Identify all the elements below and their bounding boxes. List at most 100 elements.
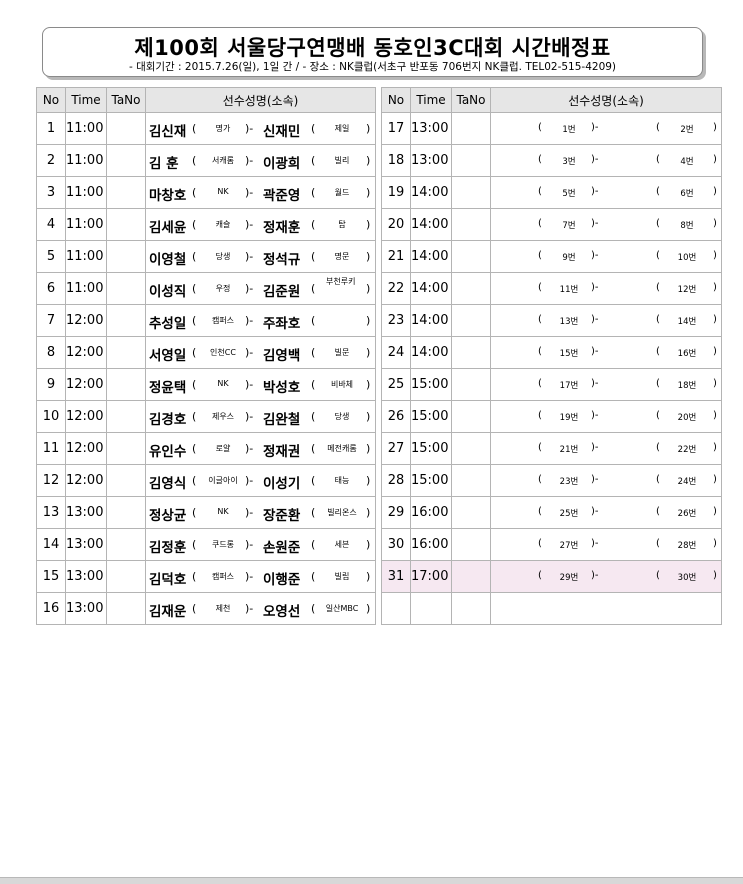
versus-separator: )-: [591, 474, 599, 485]
slot-2-label: 16번: [677, 349, 697, 359]
player-pair: 김덕호 (캠퍼스)- 이행준 (빌립): [147, 562, 375, 592]
player-1-club: 제우스: [211, 412, 235, 421]
versus-separator: )-: [591, 506, 599, 517]
player-pair-cell: 김 훈 (서캐롬)- 이광희 (빌리): [145, 144, 376, 177]
slot-1-label: 3번: [562, 157, 576, 167]
player-2-club: 일산MBC: [325, 604, 359, 613]
match-time: 12:00: [65, 368, 107, 401]
player-pair: 정윤택 (NK)- 박성호 (비바체): [147, 370, 375, 400]
player-2-club: 부천루키: [326, 277, 356, 286]
match-time: 11:00: [65, 240, 107, 273]
player-1-name: 이성직: [149, 284, 187, 300]
player-1-club: 이글아이: [208, 476, 238, 485]
table-row: 5 11:00 이영철 (당생)- 정석규 (명문): [36, 240, 376, 273]
slot-pair: (17번)- (18번): [492, 370, 721, 400]
tano-cell: [451, 144, 491, 177]
versus-separator: )-: [245, 282, 254, 295]
match-time: 11:00: [65, 176, 107, 209]
table-row: 12 12:00 김영식 (이글아이)- 이성기 (태능): [36, 464, 376, 497]
tano-cell: [451, 528, 491, 561]
versus-separator: )-: [245, 154, 254, 167]
player-1-name: 유인수: [149, 444, 187, 460]
slot-pair-cell: (21번)- (22번): [490, 432, 722, 465]
paren-open: (: [656, 154, 660, 165]
slot-1-label: 9번: [562, 253, 576, 263]
table-row: 2 11:00 김 훈 (서캐롬)- 이광희 (빌리): [36, 144, 376, 177]
slot-pair: (3번)- (4번): [492, 146, 721, 176]
match-time: 12:00: [65, 400, 107, 433]
slot-pair-cell: (17번)- (18번): [490, 368, 722, 401]
paren-close: ): [366, 154, 371, 167]
paren-close: ): [713, 154, 717, 165]
match-time: 11:00: [65, 112, 107, 145]
player-1-name: 김경호: [149, 412, 187, 428]
slot-pair-cell: (3번)- (4번): [490, 144, 722, 177]
player-pair: 서영일 (인천CC)- 김영백 (빌문): [147, 338, 375, 368]
paren-open: (: [656, 506, 660, 517]
paren-open: (: [192, 442, 197, 455]
player-pair-cell: 이영철 (당생)- 정석규 (명문): [145, 240, 376, 273]
slot-2-label: 2번: [680, 125, 694, 135]
player-2-club: 빌립: [334, 572, 350, 581]
table-row: 15 13:00 김덕호 (캠퍼스)- 이행준 (빌립): [36, 560, 376, 593]
tano-cell: [106, 176, 146, 209]
tano-cell: [106, 368, 146, 401]
table-row: 17 13:00 (1번)- (2번): [381, 112, 722, 145]
player-1-club: 로얄: [215, 444, 231, 453]
slot-2-label: 26번: [677, 509, 697, 519]
slot-1-label: 19번: [559, 413, 579, 423]
paren-close: ): [366, 250, 371, 263]
page-title: 제100회 서울당구연맹배 동호인3C대회 시간배정표: [134, 36, 611, 60]
player-pair-cell: 추성일 (캠퍼스)- 주좌호 (): [145, 304, 376, 337]
empty-cell: [490, 592, 722, 625]
slot-2-label: 4번: [680, 157, 694, 167]
versus-separator: )-: [245, 314, 254, 327]
paren-open: (: [192, 506, 197, 519]
paren-close: ): [366, 314, 371, 327]
player-1-club: 인천CC: [210, 348, 236, 357]
paren-open: (: [311, 474, 316, 487]
slot-1-label: 1번: [562, 125, 576, 135]
player-pair-cell: 유인수 (로얄)- 정재권 (메전캐롬): [145, 432, 376, 465]
paren-open: (: [656, 218, 660, 229]
table-row: 23 14:00 (13번)- (14번): [381, 304, 722, 337]
match-no: 7: [36, 304, 66, 337]
match-time: 14:00: [410, 208, 452, 241]
player-pair: 마창호 (NK)- 곽준영 (월드): [147, 178, 375, 208]
header-row: No Time TaNo 선수성명(소속): [36, 87, 376, 113]
paren-open: (: [192, 474, 197, 487]
player-1-name: 김 훈: [149, 156, 179, 172]
player-pair-cell: 정상균 (NK)- 장준환 (빌리온스): [145, 496, 376, 529]
match-no: 4: [36, 208, 66, 241]
player-2-club: 당생: [334, 412, 350, 421]
match-time: 16:00: [410, 528, 452, 561]
header-no: No: [381, 87, 411, 113]
player-2-name: 곽준영: [263, 188, 301, 204]
match-time: 11:00: [65, 272, 107, 305]
versus-separator: )-: [245, 186, 254, 199]
slot-1-label: 25번: [559, 509, 579, 519]
slot-pair-cell: (7번)- (8번): [490, 208, 722, 241]
slot-1-label: 15번: [559, 349, 579, 359]
match-time: 13:00: [410, 144, 452, 177]
paren-open: (: [311, 186, 316, 199]
player-pair-cell: 김정훈 (쿠드롱)- 손원준 (세븐): [145, 528, 376, 561]
player-2-name: 정재권: [263, 444, 301, 460]
paren-close: ): [366, 282, 371, 295]
slot-2-label: 10번: [677, 253, 697, 263]
slot-pair: (1번)- (2번): [492, 114, 721, 144]
header-time: Time: [65, 87, 107, 113]
paren-close: ): [713, 474, 717, 485]
slot-pair: (19번)- (20번): [492, 402, 721, 432]
empty-cell: [381, 592, 411, 625]
paren-open: (: [538, 250, 542, 261]
table-row: 1 11:00 김신재 (명가)- 신재민 (제일): [36, 112, 376, 145]
match-no: 9: [36, 368, 66, 401]
match-time: 13:00: [410, 112, 452, 145]
player-2-name: 이광희: [263, 156, 301, 172]
match-no: 28: [381, 464, 411, 497]
match-time: 15:00: [410, 368, 452, 401]
tano-cell: [451, 112, 491, 145]
tano-cell: [451, 368, 491, 401]
tano-cell: [106, 560, 146, 593]
